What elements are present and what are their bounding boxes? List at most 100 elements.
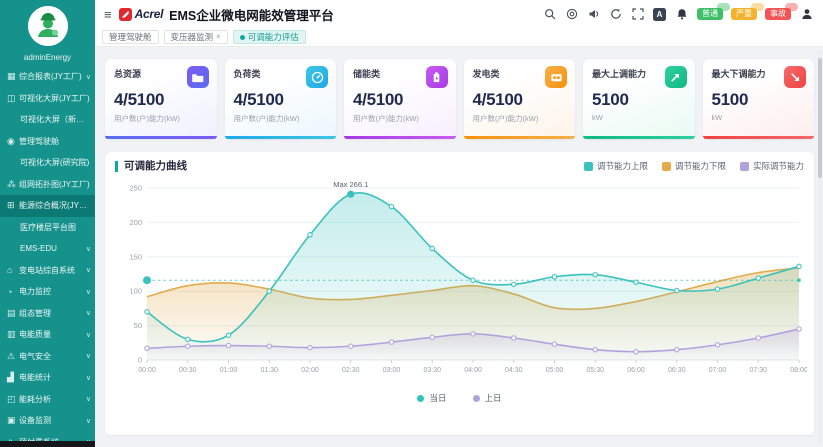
sidebar-item[interactable]: ▤组态管理∨	[0, 303, 95, 325]
brand-name: Acrel	[135, 7, 164, 21]
stat-card-unit: 用户数(户)能力(kW)	[353, 113, 447, 124]
day-legend-item[interactable]: 上日	[473, 392, 502, 404]
user-profile[interactable]: adminEnergy	[0, 0, 95, 62]
tab-active[interactable]: 可调能力评估	[233, 30, 306, 45]
translate-icon[interactable]: A	[653, 8, 666, 21]
topology-icon: ⁂	[7, 179, 19, 190]
sidebar-item-label: 可视化大屏(JY工厂)	[19, 93, 91, 104]
tab-item[interactable]: 管理驾驶舱	[102, 30, 159, 45]
adjustable-capacity-line-chart[interactable]: 05010015020025000:0000:3001:0001:3002:00…	[115, 172, 807, 386]
day-legend-item[interactable]: 当日	[417, 392, 446, 404]
arrow-up-right-icon	[665, 66, 687, 88]
fullscreen-icon[interactable]	[631, 8, 644, 21]
report-icon: ▦	[7, 71, 19, 82]
legend-item[interactable]: 实际调节能力	[740, 160, 804, 172]
chevron-down-icon: ∨	[86, 331, 91, 339]
sidebar-item-label: 管理驾驶舱	[19, 136, 91, 147]
sidebar-item-label: 可视化大屏(研究院)	[20, 157, 91, 168]
svg-text:03:30: 03:30	[423, 367, 441, 374]
stat-card-accent-bar	[703, 136, 815, 140]
legend-item[interactable]: 调节能力上限	[584, 160, 648, 172]
sidebar-item[interactable]: ◰能耗分析∨	[0, 389, 95, 411]
tab-item[interactable]: 变压器监测×	[164, 30, 228, 45]
notifications-icon[interactable]	[675, 8, 688, 21]
sidebar-item-label: 组网拓扑图(JY工厂)	[19, 179, 91, 190]
username: adminEnergy	[0, 53, 95, 62]
sidebar-collapse-bar[interactable]	[0, 441, 95, 447]
chart-legend: 调节能力上限 调节能力下限 实际调节能力	[584, 160, 804, 172]
legend-dot-icon	[473, 395, 480, 402]
sidebar-item[interactable]: ◉管理驾驶舱	[0, 131, 95, 153]
user-icon[interactable]	[800, 8, 813, 21]
alarm-badge[interactable]: 严重	[731, 8, 757, 20]
sidebar-item[interactable]: ⁂组网拓扑图(JY工厂)	[0, 174, 95, 196]
sidebar-item[interactable]: 可视化大屏(研究院)	[0, 152, 95, 174]
sidebar-item[interactable]: ⌂变电站综自系统∨	[0, 260, 95, 282]
sidebar-item[interactable]: 可视化大屏（新版）	[0, 109, 95, 131]
alarm-badge[interactable]: 事故	[765, 8, 791, 20]
stat-card-accent-bar	[464, 136, 576, 140]
alarm-badge[interactable]: 普通	[697, 8, 723, 20]
legend-swatch	[584, 162, 593, 171]
settings-icon[interactable]	[565, 8, 578, 21]
chevron-down-icon: ∨	[86, 417, 91, 425]
sidebar-item[interactable]: ▥电能质量∨	[0, 324, 95, 346]
legend-label: 调节能力上限	[597, 160, 648, 172]
scrollbar-thumb[interactable]	[818, 58, 822, 178]
volume-icon[interactable]	[587, 8, 600, 21]
sidebar-item[interactable]: ▦综合报表(JY工厂)∨	[0, 66, 95, 88]
sidebar-item[interactable]: ▟电能统计∨	[0, 367, 95, 389]
svg-text:Max 266.1: Max 266.1	[333, 180, 368, 189]
badge-count-bubble	[785, 3, 798, 11]
sidebar-item[interactable]: ⊞能源综合概况(JY工厂)	[0, 195, 95, 217]
legend-swatch	[740, 162, 749, 171]
svg-text:07:00: 07:00	[709, 367, 727, 374]
sidebar-item[interactable]: ◫可视化大屏(JY工厂)	[0, 88, 95, 110]
gauge-icon	[306, 66, 328, 88]
device-icon: ▣	[7, 415, 19, 426]
energy-icon: ⊞	[7, 200, 19, 211]
scrollbar[interactable]	[818, 50, 822, 444]
stat-card-value: 5100	[592, 90, 686, 110]
refresh-icon[interactable]	[609, 8, 622, 21]
chevron-down-icon: ∨	[86, 245, 91, 253]
acrel-logo-icon	[119, 8, 132, 21]
tab-label: 管理驾驶舱	[109, 33, 152, 42]
sidebar-item[interactable]: ⚠电气安全∨	[0, 346, 95, 368]
arrow-down-right-icon	[784, 66, 806, 88]
sidebar-item-label: 电气安全	[19, 351, 84, 362]
svg-text:50: 50	[134, 321, 142, 330]
svg-text:02:30: 02:30	[342, 367, 360, 374]
stat-card-value: 5100	[712, 90, 806, 110]
svg-text:02:00: 02:00	[301, 367, 319, 374]
chevron-down-icon: ∨	[86, 288, 91, 296]
search-icon[interactable]	[543, 8, 556, 21]
svg-text:00:00: 00:00	[138, 367, 156, 374]
battery-icon	[426, 66, 448, 88]
stat-card-arrow-up-right: 最大上调能力5100kW	[583, 59, 695, 139]
stat-cards-row: 总资源4/5100用户数(户)能力(kW)负荷类4/5100用户数(户)能力(k…	[105, 59, 814, 139]
cockpit-icon: ◉	[7, 136, 19, 147]
tab-label: 可调能力评估	[248, 33, 299, 42]
svg-text:00:30: 00:30	[179, 367, 197, 374]
sidebar-item[interactable]: ▣设备监测∨	[0, 410, 95, 432]
svg-text:01:30: 01:30	[260, 367, 278, 374]
sidebar-item[interactable]: 医疗楼层平台图	[0, 217, 95, 239]
sidebar-item[interactable]: EMS-EDU∨	[0, 238, 95, 260]
user-avatar[interactable]	[28, 6, 68, 46]
sidebar-item[interactable]: ◔电力监控∨	[0, 281, 95, 303]
sidebar-item-label: 设备监测	[19, 415, 84, 426]
legend-dot-icon	[417, 395, 424, 402]
menu-toggle-icon[interactable]: ≡	[104, 7, 112, 22]
svg-text:04:00: 04:00	[464, 367, 482, 374]
chevron-down-icon: ∨	[86, 309, 91, 317]
chevron-down-icon: ∨	[86, 374, 91, 382]
active-tab-dot-icon	[240, 35, 245, 40]
alarm-badges: 普通严重事故	[697, 8, 791, 20]
svg-text:150: 150	[129, 252, 142, 261]
svg-text:03:00: 03:00	[383, 367, 401, 374]
app-window: adminEnergy ▦综合报表(JY工厂)∨◫可视化大屏(JY工厂)可视化大…	[0, 0, 823, 447]
legend-item[interactable]: 调节能力下限	[662, 160, 726, 172]
svg-text:250: 250	[129, 184, 142, 193]
close-icon[interactable]: ×	[216, 33, 221, 41]
